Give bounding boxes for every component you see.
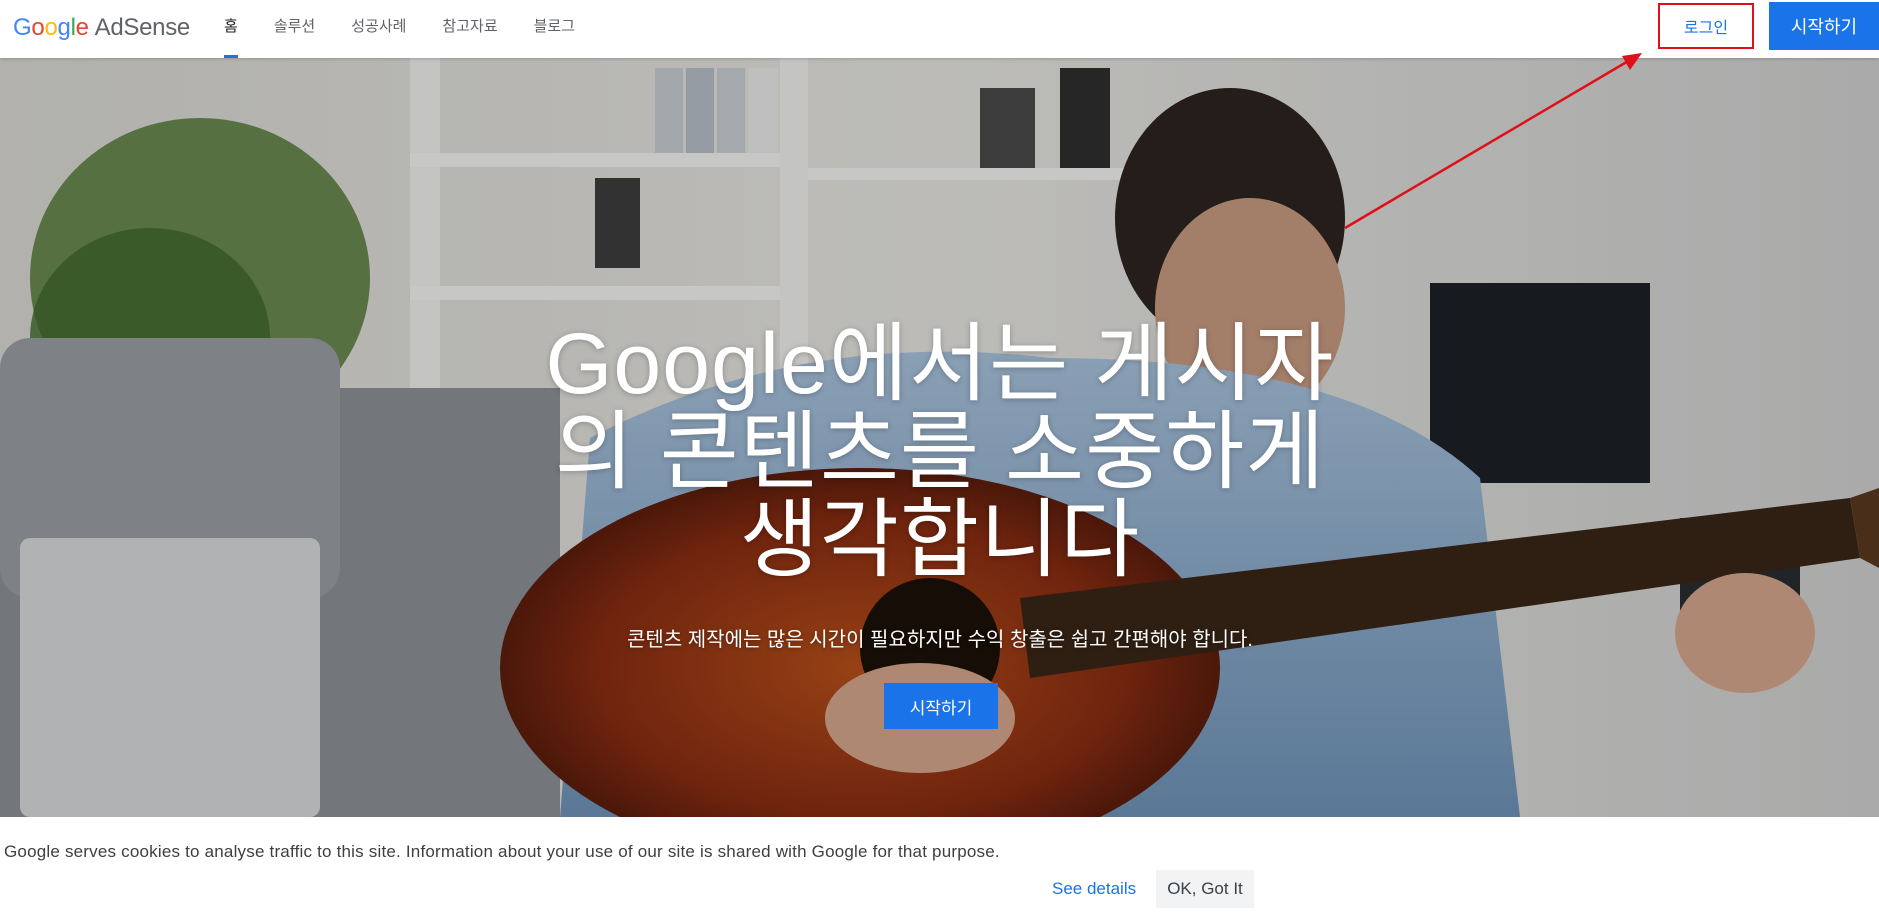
- product-name: AdSense: [94, 14, 191, 41]
- see-details-link[interactable]: See details: [1040, 870, 1148, 908]
- cookie-message: Google serves cookies to analyse traffic…: [4, 842, 1000, 861]
- nav-blog[interactable]: 블로그: [516, 0, 593, 58]
- top-header: Google AdSense 홈 솔루션 성공사례 참고자료 블로그 로그인 시…: [0, 0, 1879, 58]
- headline-line: 의 콘텐츠를 소중하게: [554, 404, 1326, 500]
- nav-solutions[interactable]: 솔루션: [256, 0, 333, 58]
- headline-line: Google에서는 게시자: [545, 316, 1335, 412]
- hero-subtitle: 콘텐츠 제작에는 많은 시간이 필요하지만 수익 창출은 쉽고 간편해야 합니다…: [627, 629, 1253, 651]
- hero-start-button[interactable]: 시작하기: [884, 683, 998, 729]
- cookie-consent-bar: Google serves cookies to analyse traffic…: [0, 817, 1879, 917]
- ok-got-it-button[interactable]: OK, Got It: [1156, 870, 1254, 908]
- hero-headline: Google에서는 게시자 의 콘텐츠를 소중하게 생각합니다: [520, 320, 1360, 584]
- nav-resources[interactable]: 참고자료: [424, 0, 515, 58]
- hero-section: Google에서는 게시자 의 콘텐츠를 소중하게 생각합니다 콘텐츠 제작에는…: [0, 58, 1879, 817]
- nav-home[interactable]: 홈: [206, 0, 256, 58]
- main-nav: 홈 솔루션 성공사례 참고자료 블로그: [206, 0, 593, 58]
- nav-success-stories[interactable]: 성공사례: [333, 0, 424, 58]
- headline-line: 생각합니다: [739, 492, 1141, 588]
- header-start-button[interactable]: 시작하기: [1769, 2, 1879, 50]
- login-button[interactable]: 로그인: [1658, 3, 1754, 49]
- google-wordmark: Google: [13, 14, 89, 41]
- adsense-logo[interactable]: Google AdSense: [13, 13, 190, 43]
